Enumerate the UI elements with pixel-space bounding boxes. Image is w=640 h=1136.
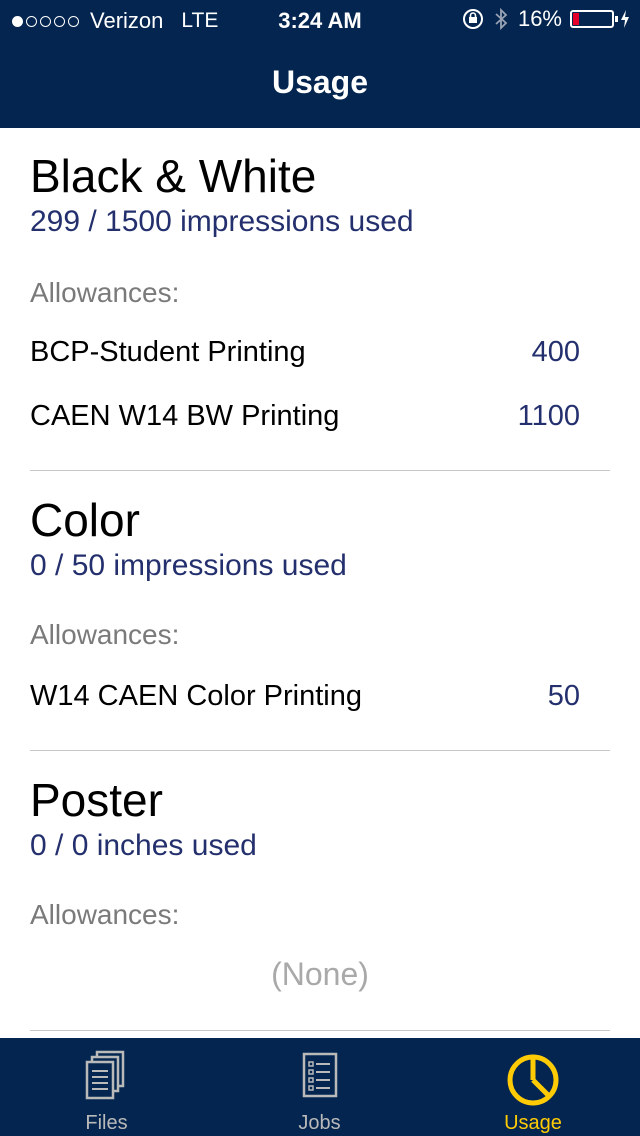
allowances-label: Allowances: xyxy=(30,619,180,650)
section-title: Poster xyxy=(30,774,163,826)
usage-icon xyxy=(507,1054,559,1106)
usage-summary: 0 / 0 inches used xyxy=(30,829,257,862)
allowance-value: 1100 xyxy=(517,400,580,432)
tab-files[interactable]: Files xyxy=(0,1038,213,1136)
battery-percent: 16% xyxy=(517,6,562,31)
no-allowances-text: (None) xyxy=(271,956,369,992)
tab-usage[interactable]: Usage xyxy=(426,1038,640,1136)
tab-label: Usage xyxy=(504,1112,562,1134)
allowance-name: BCP-Student Printing xyxy=(30,336,306,368)
charging-bolt-icon xyxy=(621,10,629,28)
tab-label: Jobs xyxy=(298,1112,341,1134)
section-title: Color xyxy=(30,494,140,546)
allowance-value: 50 xyxy=(547,680,580,712)
files-icon xyxy=(85,1050,124,1100)
section-divider xyxy=(30,1030,610,1031)
section-poster: Poster 0 / 0 inches used Allowances: (No… xyxy=(30,772,610,992)
allowance-value: 400 xyxy=(531,336,580,368)
jobs-icon xyxy=(302,1052,337,1098)
allowance-row: CAEN W14 BW Printing 1100 xyxy=(30,400,580,433)
section-title: Black & White xyxy=(30,150,317,202)
section-color: Color 0 / 50 impressions used Allowances… xyxy=(30,492,610,652)
section-black-white: Black & White 299 / 1500 impressions use… xyxy=(30,148,610,310)
allowances-label: Allowances: xyxy=(30,277,180,308)
tab-label: Files xyxy=(85,1112,128,1134)
battery-icon xyxy=(570,10,618,28)
bluetooth-icon xyxy=(495,7,508,31)
allowance-name: W14 CAEN Color Printing xyxy=(30,680,362,712)
allowance-row: BCP-Student Printing 400 xyxy=(30,336,580,369)
nav-header: Verizon LTE 3:24 AM 16% Usage xyxy=(0,0,640,128)
usage-summary: 0 / 50 impressions used xyxy=(30,549,347,582)
allowances-label: Allowances: xyxy=(30,899,180,930)
allowance-name: CAEN W14 BW Printing xyxy=(30,400,340,432)
status-bar: Verizon LTE 3:24 AM 16% xyxy=(0,0,640,40)
page-title: Usage xyxy=(271,64,369,100)
usage-summary: 299 / 1500 impressions used xyxy=(30,205,414,238)
tab-bar: Files Jobs Usage xyxy=(0,1038,640,1136)
section-divider xyxy=(30,750,610,751)
tab-jobs[interactable]: Jobs xyxy=(213,1038,426,1136)
allowance-row: W14 CAEN Color Printing 50 xyxy=(30,680,580,713)
section-divider xyxy=(30,470,610,471)
rotation-lock-icon xyxy=(462,9,483,29)
